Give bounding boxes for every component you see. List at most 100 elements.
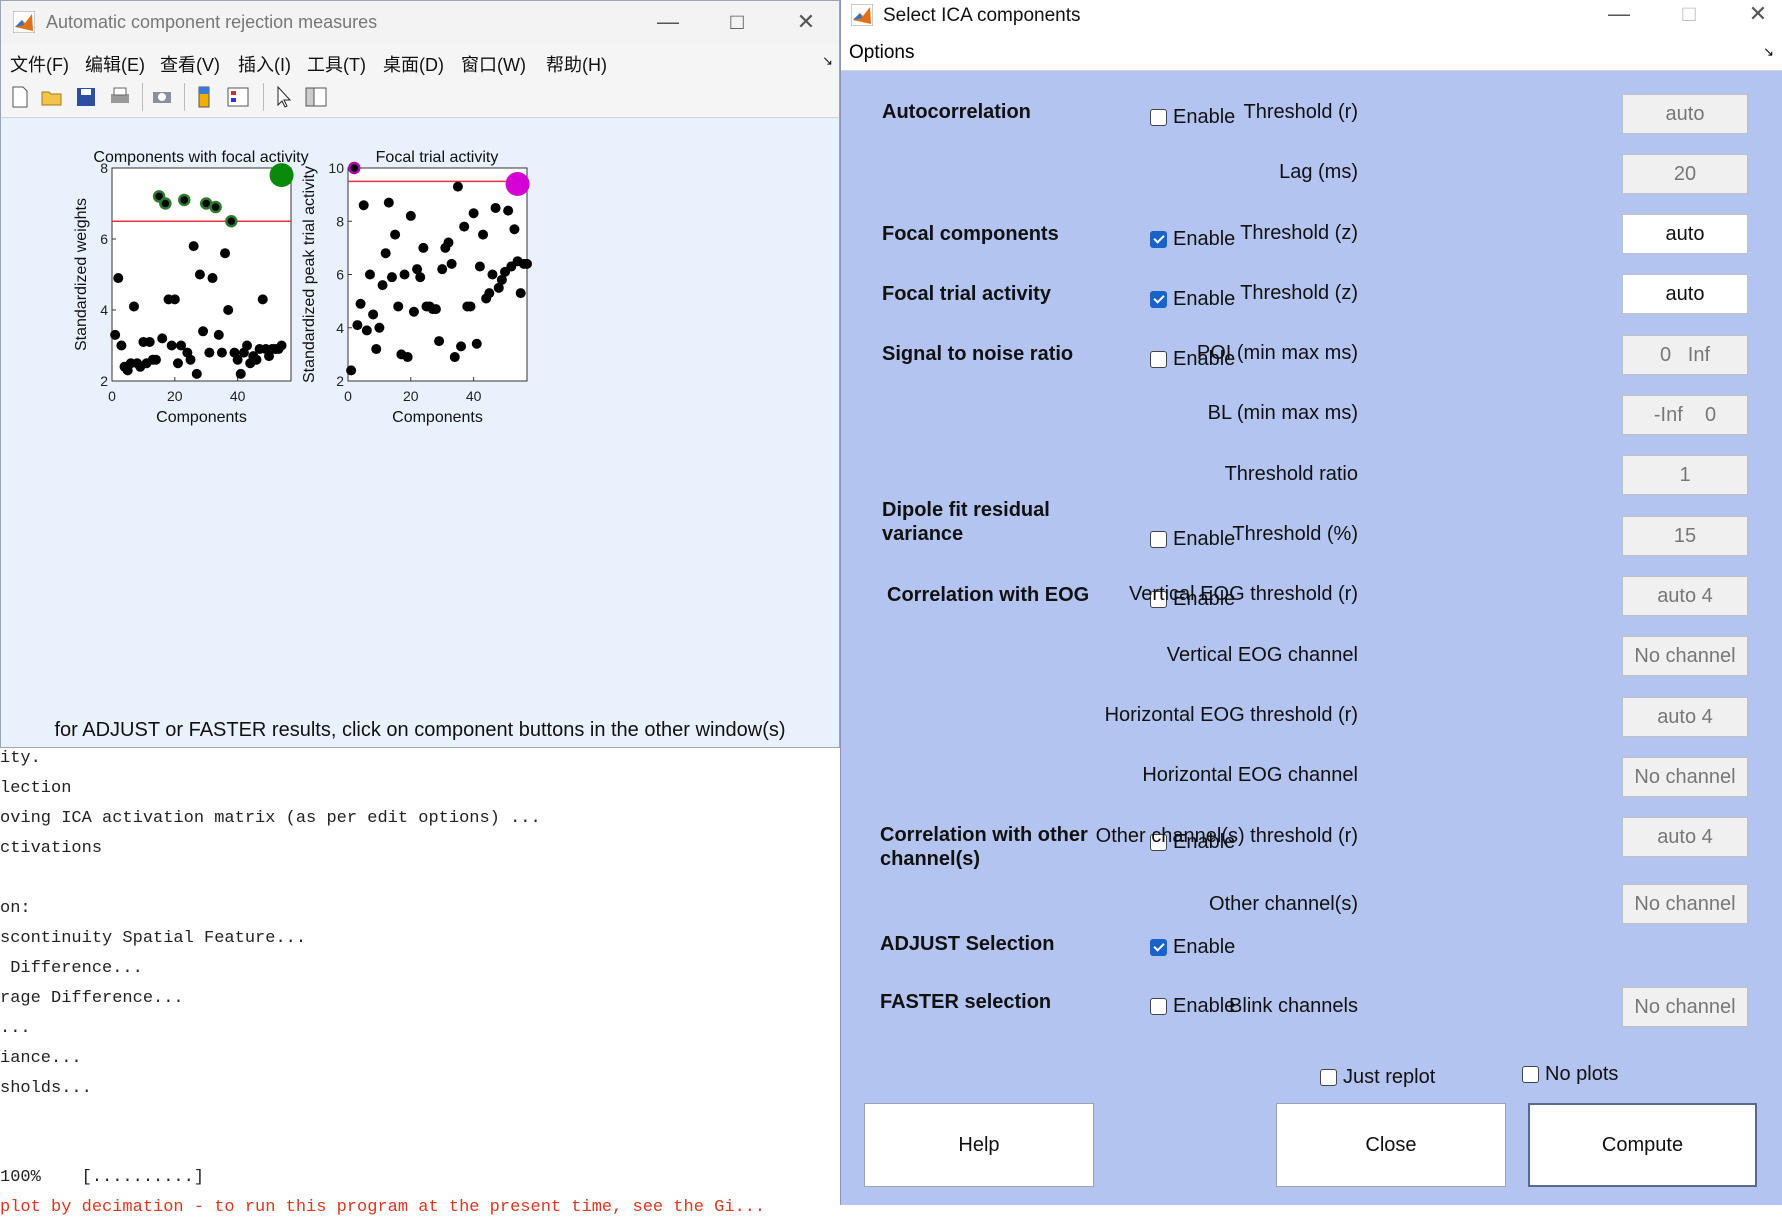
enable-label: Enable [1173, 528, 1236, 550]
data-point [430, 304, 441, 315]
data-point [402, 352, 413, 363]
no-plots-checkbox[interactable]: No plots [1522, 1063, 1618, 1086]
axes-canvas: Components with focal activity Components… [73, 149, 532, 426]
figure-window: Automatic component rejection measures —… [0, 0, 840, 748]
y-axis-label: Standardized weights [73, 198, 90, 351]
matlab-logo-icon [851, 4, 873, 26]
menu-options[interactable]: Options [849, 42, 914, 64]
print-icon[interactable] [108, 85, 132, 109]
data-point [371, 344, 382, 355]
enable-checkbox-dipole[interactable]: Enable [1150, 528, 1235, 551]
no-plots-label: No plots [1545, 1063, 1619, 1085]
other-threshold-field[interactable]: auto 4 [1622, 817, 1748, 857]
console-line: iance... [0, 1049, 82, 1068]
veog-threshold-field[interactable]: auto 4 [1622, 576, 1748, 616]
data-point [257, 294, 268, 305]
dialog-titlebar: Select ICA components — □ ✕ [841, 0, 1782, 34]
maximize-icon[interactable]: □ [722, 9, 752, 35]
menu-view[interactable]: 查看(V) [160, 51, 220, 77]
y-tick-label: 8 [336, 213, 344, 229]
close-icon[interactable]: ✕ [791, 9, 821, 35]
select-ica-dialog: Select ICA components — □ ✕ Options ↘ Au… [840, 0, 1782, 1205]
menu-file[interactable]: 文件(F) [10, 51, 69, 77]
method-label-autocorrelation: Autocorrelation [882, 101, 1031, 123]
menu-insert[interactable]: 插入(I) [238, 51, 291, 77]
minimize-icon[interactable]: — [653, 9, 683, 35]
data-point [377, 280, 388, 291]
pointer-icon[interactable] [272, 85, 296, 109]
focal-trial-threshold-field[interactable]: auto [1622, 274, 1748, 314]
veog-channel-field[interactable]: No channel [1622, 636, 1748, 676]
data-point [204, 347, 215, 358]
heog-threshold-field[interactable]: auto 4 [1622, 697, 1748, 737]
dipole-threshold-field[interactable]: 15 [1622, 516, 1748, 556]
data-point [390, 229, 401, 240]
just-replot-checkbox[interactable]: Just replot [1320, 1066, 1435, 1089]
colorbar-icon[interactable] [192, 85, 216, 109]
menu-tools[interactable]: 工具(T) [307, 51, 366, 77]
snr-ratio-field[interactable]: 1 [1622, 455, 1748, 495]
y-tick-label: 4 [100, 302, 108, 318]
data-point [157, 333, 168, 344]
checkbox-box [1150, 351, 1167, 368]
data-point [418, 242, 429, 253]
console-line: oving ICA activation matrix (as per edit… [0, 809, 541, 828]
property-inspector-icon[interactable] [304, 85, 328, 109]
menu-edit[interactable]: 编辑(E) [85, 51, 145, 77]
new-file-icon[interactable] [8, 85, 32, 109]
focal-comp-threshold-field[interactable]: auto [1622, 214, 1748, 254]
data-point [220, 248, 231, 259]
param-label-poi: POI (min max ms) [1196, 342, 1358, 364]
enable-label: Enable [1173, 106, 1236, 128]
param-label-snr-ratio: Threshold ratio [1224, 463, 1358, 485]
poi-field[interactable]: 0 Inf [1622, 335, 1748, 375]
dock-arrow-icon[interactable]: ↘ [1763, 44, 1774, 60]
axes-title: Focal trial activity [376, 149, 499, 166]
x-axis-label: Components [392, 409, 483, 426]
dock-arrow-icon[interactable]: ↘ [822, 53, 833, 69]
param-label-veog-channel: Vertical EOG channel [1166, 644, 1358, 666]
heog-channel-field[interactable]: No channel [1622, 757, 1748, 797]
print-preview-icon[interactable] [150, 85, 174, 109]
blink-channels-field[interactable]: No channel [1622, 987, 1748, 1027]
data-point [446, 258, 457, 269]
data-point [368, 309, 379, 320]
y-tick-label: 6 [100, 231, 108, 247]
enable-checkbox-faster[interactable]: Enable [1150, 995, 1235, 1018]
data-point [380, 248, 391, 259]
minimize-icon[interactable]: — [1604, 1, 1634, 27]
autocorr-threshold-field[interactable]: auto [1622, 94, 1748, 134]
menu-desktop[interactable]: 桌面(D) [383, 51, 444, 77]
y-tick-label: 10 [328, 160, 344, 176]
maximize-icon[interactable]: □ [1674, 1, 1704, 27]
other-channels-field[interactable]: No channel [1622, 884, 1748, 924]
save-icon[interactable] [74, 85, 98, 109]
enable-checkbox-autocorrelation[interactable]: Enable [1150, 106, 1235, 129]
data-point [207, 273, 218, 284]
enable-checkbox-adjust[interactable]: Enable [1150, 936, 1235, 959]
legend-icon[interactable] [226, 85, 250, 109]
close-icon[interactable]: ✕ [1743, 1, 1773, 27]
enable-checkbox-focal-trial[interactable]: Enable [1150, 288, 1235, 311]
figure-titlebar: Automatic component rejection measures —… [1, 1, 839, 43]
axes-title: Components with focal activity [93, 149, 308, 166]
data-point [471, 338, 482, 349]
enable-checkbox-focal-components[interactable]: Enable [1150, 228, 1235, 251]
open-folder-icon[interactable] [40, 85, 64, 109]
data-point [113, 273, 124, 284]
console-line: scontinuity Spatial Feature... [0, 929, 307, 948]
menu-window[interactable]: 窗口(W) [461, 51, 526, 77]
help-button[interactable]: Help [864, 1103, 1094, 1187]
data-point [374, 322, 385, 333]
data-point [209, 200, 222, 214]
lag-field[interactable]: 20 [1622, 154, 1748, 194]
compute-button[interactable]: Compute [1528, 1103, 1757, 1187]
data-point [355, 298, 366, 309]
toolbar-separator [263, 83, 264, 111]
param-label-dipole-threshold: Threshold (%) [1232, 523, 1358, 545]
close-button[interactable]: Close [1276, 1103, 1506, 1187]
menu-help[interactable]: 帮助(H) [546, 51, 607, 77]
data-point [393, 301, 404, 312]
x-tick-label: 40 [230, 388, 246, 404]
bl-field[interactable]: -Inf 0 [1622, 395, 1748, 435]
